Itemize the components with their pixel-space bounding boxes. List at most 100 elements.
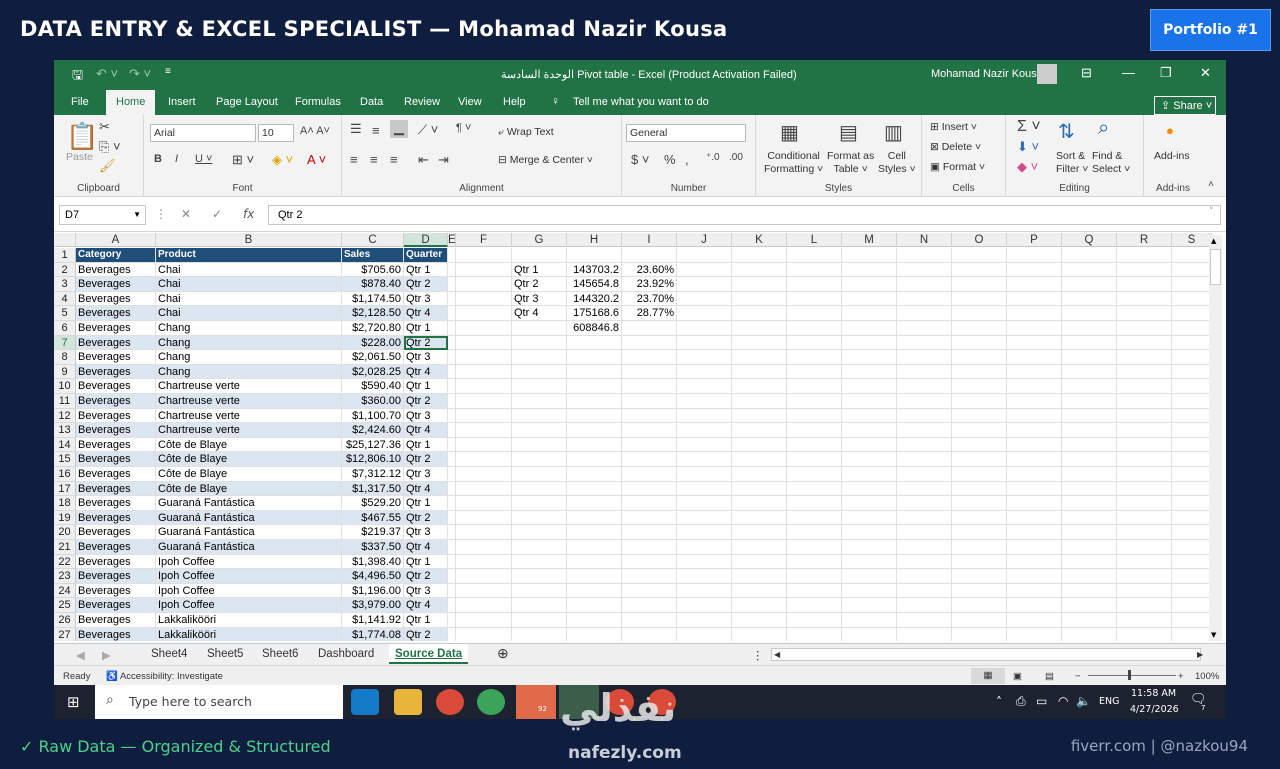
wifi-icon[interactable]: ◠	[1058, 694, 1068, 708]
table-cell[interactable]: $467.55	[342, 510, 404, 526]
table-cell[interactable]	[448, 481, 456, 497]
tray-device-icon[interactable]: ⎙	[1016, 694, 1026, 709]
customize-qat-icon[interactable]: ≡	[165, 66, 171, 77]
table-cell[interactable]	[1172, 481, 1212, 497]
table-cell[interactable]	[677, 379, 732, 394]
table-cell[interactable]	[622, 248, 677, 263]
table-cell[interactable]	[732, 452, 787, 467]
table-cell[interactable]	[1062, 598, 1117, 613]
table-cell[interactable]	[1007, 248, 1062, 263]
column-header[interactable]: F	[456, 233, 512, 247]
table-cell[interactable]	[1172, 364, 1212, 380]
table-cell[interactable]	[842, 569, 897, 584]
table-cell[interactable]	[732, 262, 787, 278]
table-cell[interactable]	[952, 350, 1007, 365]
table-cell[interactable]	[448, 350, 456, 365]
table-cell[interactable]	[622, 540, 677, 555]
table-cell[interactable]	[732, 496, 787, 511]
table-cell[interactable]	[787, 394, 842, 409]
table-cell[interactable]: Beverages	[76, 554, 156, 570]
table-cell[interactable]: Qtr 2	[404, 335, 448, 351]
table-cell[interactable]: $2,720.80	[342, 321, 404, 336]
select-all-corner[interactable]	[54, 233, 76, 247]
table-cell[interactable]	[677, 569, 732, 584]
table-cell[interactable]	[1172, 291, 1212, 307]
align-center-icon[interactable]: ≡	[370, 152, 378, 167]
table-cell[interactable]: $1,774.08	[342, 627, 404, 641]
table-cell[interactable]	[512, 598, 567, 613]
table-cell[interactable]	[456, 496, 512, 511]
tab-sheet6[interactable]: Sheet6	[262, 648, 298, 660]
table-cell[interactable]	[512, 248, 567, 263]
row-header[interactable]: 18	[54, 496, 76, 511]
table-cell[interactable]	[1117, 408, 1172, 424]
table-cell[interactable]	[842, 350, 897, 365]
table-cell[interactable]	[787, 262, 842, 278]
table-cell[interactable]	[842, 306, 897, 321]
table-cell[interactable]: Beverages	[76, 321, 156, 336]
column-header[interactable]: Q	[1062, 233, 1117, 247]
table-cell[interactable]	[952, 306, 1007, 321]
table-cell[interactable]	[1172, 452, 1212, 467]
table-cell[interactable]	[1062, 627, 1117, 641]
table-cell[interactable]	[842, 525, 897, 540]
table-cell[interactable]	[842, 510, 897, 526]
table-cell[interactable]	[448, 554, 456, 570]
table-cell[interactable]	[622, 613, 677, 628]
bottom-align-icon[interactable]: ▁	[390, 120, 408, 138]
table-cell[interactable]: Beverages	[76, 598, 156, 613]
table-cell[interactable]: Qtr 4	[404, 423, 448, 438]
table-cell[interactable]	[512, 613, 567, 628]
tab-insert[interactable]: Insert	[168, 96, 196, 108]
table-cell[interactable]: $1,196.00	[342, 583, 404, 599]
table-cell[interactable]: Guaraná Fantástica	[156, 540, 342, 555]
table-cell[interactable]	[1062, 335, 1117, 351]
merge-center-button[interactable]: ⊟ Merge & Center ˅	[498, 154, 593, 166]
table-cell[interactable]	[1172, 248, 1212, 263]
table-cell[interactable]	[842, 598, 897, 613]
table-cell[interactable]	[1062, 540, 1117, 555]
table-cell[interactable]	[732, 423, 787, 438]
table-cell[interactable]	[1062, 321, 1117, 336]
table-cell[interactable]: Guaraná Fantástica	[156, 510, 342, 526]
close-icon[interactable]: ✕	[1200, 65, 1211, 81]
table-cell[interactable]: $2,061.50	[342, 350, 404, 365]
language-indicator[interactable]: ENG	[1099, 696, 1119, 707]
table-cell[interactable]: Beverages	[76, 408, 156, 424]
table-cell[interactable]	[622, 379, 677, 394]
table-cell[interactable]	[1007, 598, 1062, 613]
table-cell[interactable]	[1007, 467, 1062, 482]
table-cell[interactable]	[448, 262, 456, 278]
table-cell[interactable]	[787, 248, 842, 263]
table-cell[interactable]	[512, 467, 567, 482]
tab-formulas[interactable]: Formulas	[295, 96, 341, 108]
table-cell[interactable]	[1117, 437, 1172, 453]
vertical-scrollbar[interactable]: ▲ ▼	[1209, 235, 1222, 641]
table-cell[interactable]	[952, 540, 1007, 555]
table-cell[interactable]	[677, 335, 732, 351]
summary-cell[interactable]	[622, 321, 677, 336]
table-cell[interactable]	[456, 598, 512, 613]
table-cell[interactable]	[677, 540, 732, 555]
table-cell[interactable]: Beverages	[76, 291, 156, 307]
windows-start-icon[interactable]: ⊞	[67, 693, 80, 711]
collapse-ribbon-icon[interactable]: ˄	[1208, 179, 1214, 190]
tab-help[interactable]: Help	[503, 96, 526, 108]
table-cell[interactable]	[512, 540, 567, 555]
minimize-icon[interactable]: —	[1122, 65, 1135, 80]
row-header[interactable]: 23	[54, 569, 76, 584]
table-cell[interactable]	[897, 540, 952, 555]
table-cell[interactable]: Qtr 3	[404, 467, 448, 482]
table-cell[interactable]	[448, 613, 456, 628]
table-cell[interactable]	[512, 394, 567, 409]
table-cell[interactable]	[1007, 540, 1062, 555]
table-cell[interactable]	[842, 335, 897, 351]
table-cell[interactable]: Chai	[156, 291, 342, 307]
table-cell[interactable]	[512, 350, 567, 365]
table-cell[interactable]	[448, 379, 456, 394]
table-cell[interactable]	[1172, 350, 1212, 365]
expand-formula-icon[interactable]: ˅	[1209, 207, 1214, 217]
align-left-icon[interactable]: ≡	[350, 152, 358, 167]
cut-icon[interactable]: ✂	[99, 119, 110, 135]
table-cell[interactable]	[1007, 408, 1062, 424]
